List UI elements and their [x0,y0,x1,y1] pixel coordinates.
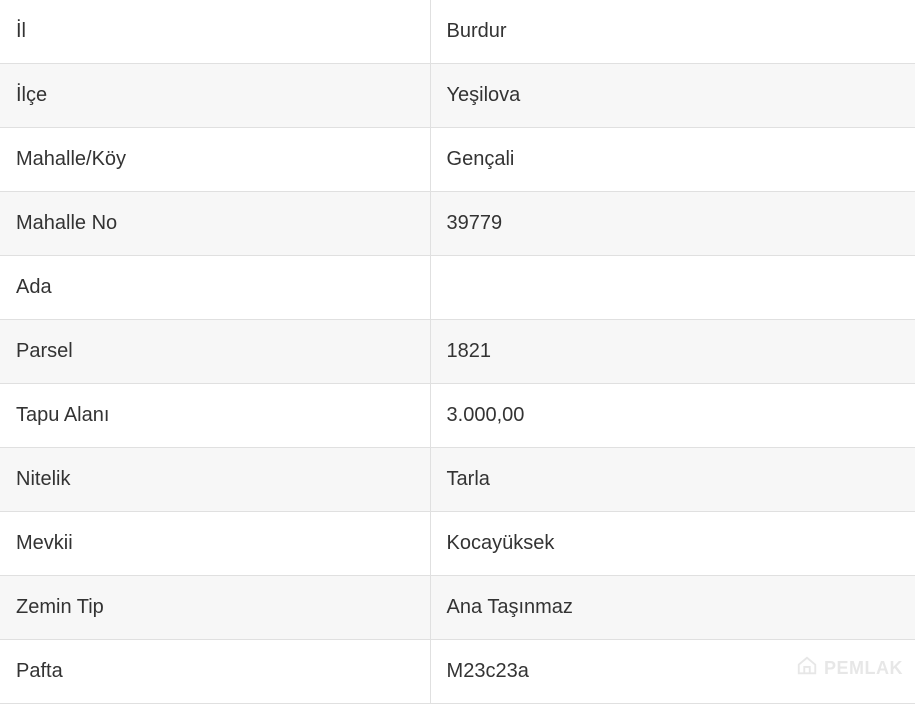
table-row: Ada [0,256,915,320]
table-row: Zemin Tip Ana Taşınmaz [0,576,915,640]
property-details-table: İl Burdur İlçe Yeşilova Mahalle/Köy Genç… [0,0,915,704]
row-label: Mahalle/Köy [0,128,430,192]
table-row: Tapu Alanı 3.000,00 [0,384,915,448]
row-label: Parsel [0,320,430,384]
row-label: İl [0,0,430,64]
row-value: M23c23a [430,640,915,704]
table-body: İl Burdur İlçe Yeşilova Mahalle/Köy Genç… [0,0,915,704]
table-row: Nitelik Tarla [0,448,915,512]
row-value: Tarla [430,448,915,512]
table-row: İlçe Yeşilova [0,64,915,128]
row-value: Kocayüksek [430,512,915,576]
row-value: 3.000,00 [430,384,915,448]
row-value: 39779 [430,192,915,256]
table-row: Mevkii Kocayüksek [0,512,915,576]
table-row: Mahalle No 39779 [0,192,915,256]
row-label: İlçe [0,64,430,128]
row-label: Mevkii [0,512,430,576]
row-label: Ada [0,256,430,320]
row-label: Zemin Tip [0,576,430,640]
row-value: Gençali [430,128,915,192]
row-label: Pafta [0,640,430,704]
table-row: Mahalle/Köy Gençali [0,128,915,192]
row-value [430,256,915,320]
table-row: Parsel 1821 [0,320,915,384]
row-label: Nitelik [0,448,430,512]
table-row: İl Burdur [0,0,915,64]
table-row: Pafta M23c23a [0,640,915,704]
row-value: Ana Taşınmaz [430,576,915,640]
row-value: Yeşilova [430,64,915,128]
row-label: Tapu Alanı [0,384,430,448]
row-value: 1821 [430,320,915,384]
row-label: Mahalle No [0,192,430,256]
row-value: Burdur [430,0,915,64]
